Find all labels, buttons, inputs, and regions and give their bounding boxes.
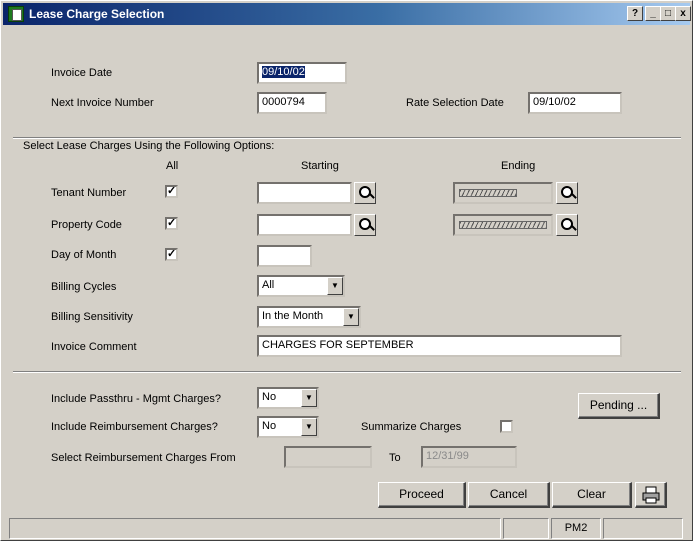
reimbursement-value: No <box>262 420 277 432</box>
passthru-label: Include Passthru - Mgmt Charges? <box>51 393 221 405</box>
passthru-select[interactable]: No ▼ <box>257 387 319 409</box>
billing-cycles-label: Billing Cycles <box>51 281 117 293</box>
property-code-label: Property Code <box>51 219 122 231</box>
passthru-value: No <box>262 391 277 403</box>
all-column-header: All <box>166 160 179 172</box>
property-code-ending-input[interactable] <box>453 214 553 236</box>
rate-selection-date-input[interactable]: 09/10/02 <box>528 92 622 114</box>
select-reimbursement-from-label: Select Reimbursement Charges From <box>51 452 236 464</box>
reimbursement-label: Include Reimbursement Charges? <box>51 421 218 433</box>
chevron-down-icon[interactable]: ▼ <box>343 308 359 326</box>
billing-cycles-value: All <box>262 279 275 291</box>
next-invoice-number-input[interactable]: 0000794 <box>257 92 327 114</box>
invoice-date-input[interactable]: 09/10/02 <box>257 62 347 84</box>
day-of-month-input[interactable] <box>257 245 312 267</box>
printer-icon <box>642 486 659 504</box>
billing-cycles-select[interactable]: All ▼ <box>257 275 345 297</box>
tenant-number-label: Tenant Number <box>51 187 127 199</box>
tenant-number-all-checkbox[interactable]: ✓ <box>165 185 178 198</box>
billing-sensitivity-label: Billing Sensitivity <box>51 311 133 323</box>
tenant-ending-lookup-magnifier-icon[interactable] <box>556 182 578 204</box>
ending-column-header: Ending <box>501 160 536 172</box>
tenant-ending-hatch <box>459 189 517 197</box>
window-title: Lease Charge Selection <box>29 7 165 21</box>
divider <box>13 137 681 139</box>
app-icon <box>8 6 24 22</box>
print-button[interactable] <box>635 482 667 508</box>
status-panel-4 <box>603 518 683 539</box>
property-code-all-checkbox[interactable]: ✓ <box>165 217 178 230</box>
chevron-down-icon[interactable]: ▼ <box>301 418 317 436</box>
billing-sensitivity-value: In the Month <box>262 310 324 322</box>
property-code-starting-input[interactable] <box>257 214 352 236</box>
status-panel-2 <box>503 518 549 539</box>
invoice-date-label: Invoice Date <box>51 67 113 79</box>
reimbursement-select[interactable]: No ▼ <box>257 416 319 438</box>
rate-selection-date-label: Rate Selection Date <box>406 97 504 109</box>
day-of-month-all-checkbox[interactable]: ✓ <box>165 248 178 261</box>
status-panel-main <box>9 518 501 539</box>
pending-button[interactable]: Pending ... <box>578 393 660 419</box>
tenant-number-ending-input[interactable] <box>453 182 553 204</box>
options-section-label: Select Lease Charges Using the Following… <box>23 140 275 152</box>
proceed-button[interactable]: Proceed <box>378 482 466 508</box>
divider <box>13 371 681 373</box>
minimize-button[interactable]: _ <box>645 6 661 21</box>
summarize-charges-checkbox[interactable] <box>500 420 513 433</box>
property-ending-hatch <box>459 221 547 229</box>
cancel-button[interactable]: Cancel <box>468 482 550 508</box>
day-of-month-label: Day of Month <box>51 249 117 261</box>
maximize-button[interactable]: □ <box>660 6 676 21</box>
invoice-comment-label: Invoice Comment <box>51 341 137 353</box>
clear-button[interactable]: Clear <box>552 482 632 508</box>
starting-column-header: Starting <box>301 160 339 172</box>
tenant-number-starting-input[interactable] <box>257 182 352 204</box>
tenant-starting-lookup-magnifier-icon[interactable] <box>354 182 376 204</box>
close-button[interactable]: x <box>675 6 691 21</box>
property-ending-lookup-magnifier-icon[interactable] <box>556 214 578 236</box>
title-bar[interactable]: Lease Charge Selection ? _ □ x <box>3 3 691 25</box>
summarize-charges-label: Summarize Charges <box>361 421 462 433</box>
chevron-down-icon[interactable]: ▼ <box>327 277 343 295</box>
to-label: To <box>389 452 401 464</box>
next-invoice-number-label: Next Invoice Number <box>51 97 154 109</box>
invoice-comment-input[interactable]: CHARGES FOR SEPTEMBER <box>257 335 622 357</box>
status-panel-company: PM2 <box>551 518 601 539</box>
help-button[interactable]: ? <box>627 6 643 21</box>
reimbursement-to-input[interactable]: 12/31/99 <box>421 446 517 468</box>
reimbursement-from-input[interactable] <box>284 446 372 468</box>
billing-sensitivity-select[interactable]: In the Month ▼ <box>257 306 361 328</box>
lease-charge-selection-window: Lease Charge Selection ? _ □ x Invoice D… <box>0 0 693 541</box>
chevron-down-icon[interactable]: ▼ <box>301 389 317 407</box>
property-starting-lookup-magnifier-icon[interactable] <box>354 214 376 236</box>
